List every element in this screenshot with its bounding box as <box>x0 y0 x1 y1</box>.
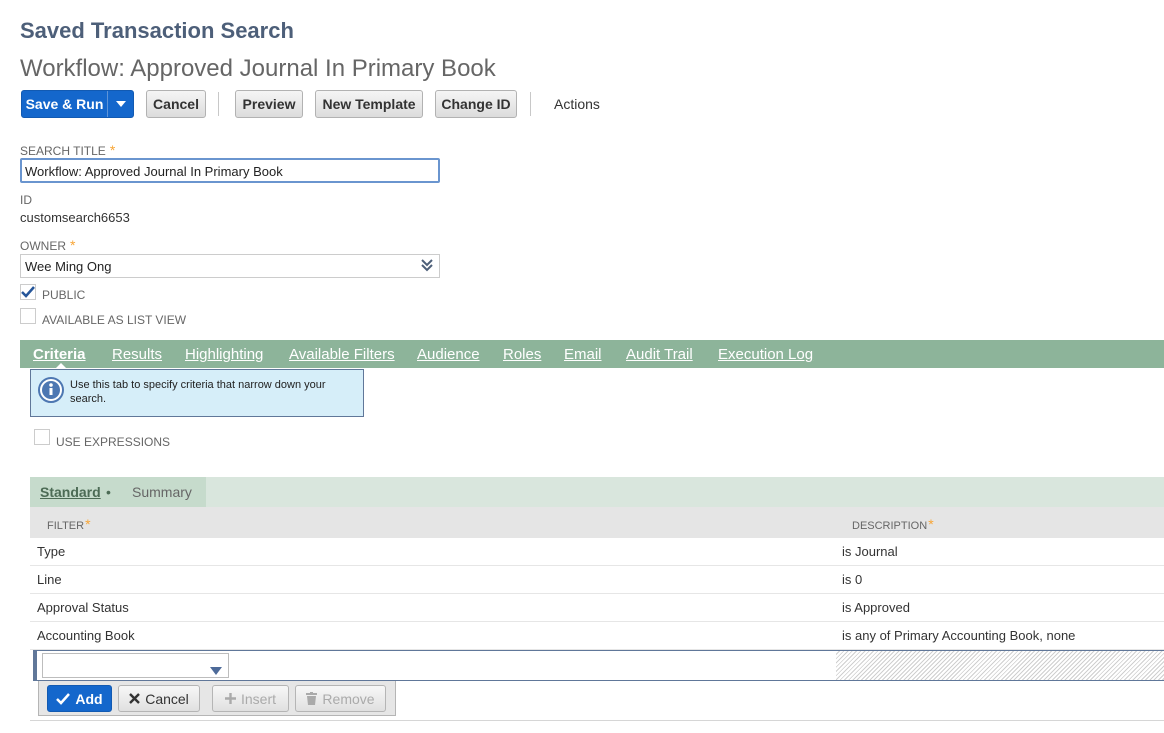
description-cell: is Approved <box>842 600 910 615</box>
list-view-checkbox[interactable] <box>20 308 36 324</box>
owner-value: Wee Ming Ong <box>25 259 112 274</box>
row-cancel-button[interactable]: Cancel <box>118 685 200 712</box>
owner-select[interactable]: Wee Ming Ong <box>20 254 440 278</box>
new-filter-select[interactable] <box>42 653 229 678</box>
tab-execution-log[interactable]: Execution Log <box>718 346 813 363</box>
record-title: Workflow: Approved Journal In Primary Bo… <box>20 55 496 82</box>
plus-icon <box>224 693 236 704</box>
tab-roles[interactable]: Roles <box>503 346 541 363</box>
checkmark-icon <box>21 286 35 298</box>
double-chevron-down-icon[interactable] <box>420 258 434 275</box>
required-marker: * <box>85 516 91 532</box>
toolbar-divider <box>218 92 219 116</box>
filter-header-text: Filter <box>47 520 85 532</box>
table-row[interactable]: Line is 0 <box>30 566 1164 594</box>
description-column-header: Description* <box>852 516 934 532</box>
add-button[interactable]: Add <box>47 685 112 712</box>
actions-menu[interactable]: Actions <box>554 96 600 112</box>
remove-button[interactable]: Remove <box>295 685 386 712</box>
required-marker: * <box>70 237 76 253</box>
trash-icon <box>306 692 318 705</box>
table-row[interactable]: Type is Journal <box>30 538 1164 566</box>
owner-label: Owner * <box>20 237 75 253</box>
remove-label: Remove <box>322 690 375 707</box>
section-bottom-border <box>30 720 1164 721</box>
subtab-standard[interactable]: Standard <box>40 484 101 500</box>
checkmark-icon <box>56 692 71 705</box>
disabled-description-cell <box>836 651 1164 680</box>
toolbar-divider <box>530 92 531 116</box>
search-title-input[interactable]: Workflow: Approved Journal In Primary Bo… <box>20 158 440 183</box>
cancel-button[interactable]: Cancel <box>146 90 206 118</box>
tab-audience[interactable]: Audience <box>417 346 480 363</box>
close-icon <box>129 693 141 704</box>
use-expressions-checkbox[interactable] <box>34 429 50 445</box>
filter-column-header: Filter* <box>47 516 91 532</box>
list-view-label: Available as List View <box>42 313 187 327</box>
tab-results[interactable]: Results <box>112 346 162 363</box>
info-icon <box>38 377 64 407</box>
table-row[interactable]: Approval Status is Approved <box>30 594 1164 622</box>
tab-available-filters[interactable]: Available Filters <box>289 346 395 363</box>
save-run-label[interactable]: Save & Run <box>22 91 108 117</box>
filter-cell: Accounting Book <box>37 628 135 643</box>
save-run-button[interactable]: Save & Run <box>21 90 134 118</box>
page-type-title: Saved Transaction Search <box>20 18 294 43</box>
id-value: customsearch6653 <box>20 210 130 225</box>
subtab-standard-bullet: • <box>106 484 111 500</box>
description-cell: is any of Primary Accounting Book, none <box>842 628 1076 643</box>
preview-button[interactable]: Preview <box>235 90 303 118</box>
subtab-summary[interactable]: Summary <box>132 484 192 500</box>
insert-label: Insert <box>240 690 276 707</box>
required-marker: * <box>109 142 116 158</box>
filter-cell: Type <box>37 544 66 559</box>
grid-header: Filter* Description* <box>30 507 1164 538</box>
main-tab-bar: Criteria Results Highlighting Available … <box>20 340 1164 368</box>
required-marker: * <box>928 516 934 532</box>
save-menu-chevron-down-icon[interactable] <box>108 91 133 117</box>
insert-button[interactable]: Insert <box>212 685 289 712</box>
tab-audit-trail[interactable]: Audit Trail <box>626 346 693 363</box>
filter-cell: Line <box>37 572 62 587</box>
search-title-label: Search Title * <box>20 142 115 158</box>
search-title-label-text: Search Title <box>20 144 106 158</box>
id-label: ID <box>20 193 32 207</box>
row-cancel-label: Cancel <box>145 690 189 707</box>
tab-email[interactable]: Email <box>564 346 602 363</box>
chevron-down-icon[interactable] <box>210 662 222 680</box>
owner-label-text: Owner <box>20 239 66 253</box>
description-header-text: Description <box>852 520 928 532</box>
tab-criteria[interactable]: Criteria <box>33 346 86 363</box>
public-checkbox[interactable] <box>20 284 36 300</box>
public-label: Public <box>42 288 86 302</box>
criteria-help-box: Use this tab to specify criteria that na… <box>30 369 364 417</box>
tab-highlighting[interactable]: Highlighting <box>185 346 263 363</box>
table-row[interactable]: Accounting Book is any of Primary Accoun… <box>30 622 1164 650</box>
change-id-button[interactable]: Change ID <box>435 90 517 118</box>
filter-cell: Approval Status <box>37 600 129 615</box>
use-expressions-label: Use Expressions <box>56 435 171 449</box>
description-cell: is 0 <box>842 572 863 587</box>
add-label: Add <box>75 690 103 707</box>
new-template-button[interactable]: New Template <box>315 90 423 118</box>
help-text: Use this tab to specify criteria that na… <box>70 379 326 405</box>
description-cell: is Journal <box>842 544 898 559</box>
